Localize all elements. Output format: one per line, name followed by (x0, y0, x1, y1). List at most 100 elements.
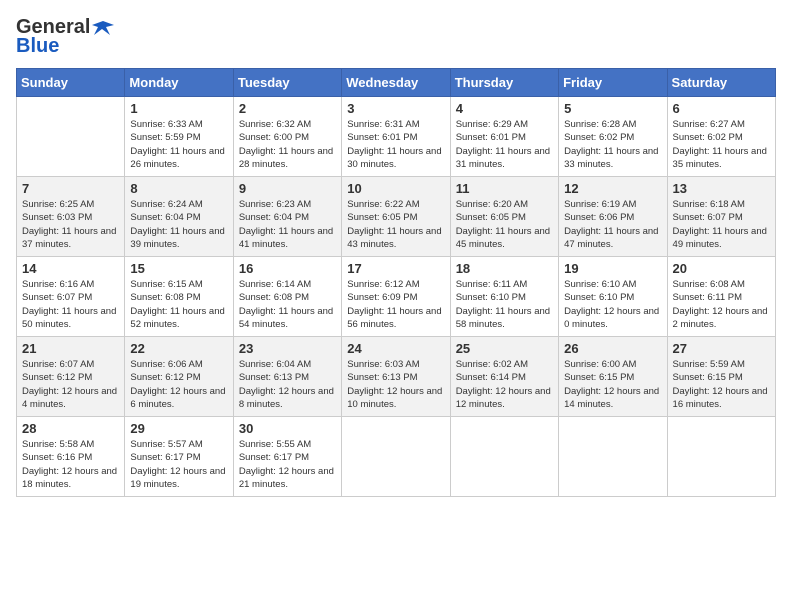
day-number: 9 (239, 181, 336, 196)
sunset-text: Sunset: 6:12 PM (22, 371, 119, 384)
calendar-cell: 12 Sunrise: 6:19 AM Sunset: 6:06 PM Dayl… (559, 177, 667, 257)
sunset-text: Sunset: 6:07 PM (673, 211, 770, 224)
day-info: Sunrise: 6:08 AM Sunset: 6:11 PM Dayligh… (673, 278, 770, 331)
logo-bird-icon (92, 17, 114, 39)
calendar-cell: 18 Sunrise: 6:11 AM Sunset: 6:10 PM Dayl… (450, 257, 558, 337)
day-number: 11 (456, 181, 553, 196)
calendar-table: SundayMondayTuesdayWednesdayThursdayFrid… (16, 68, 776, 497)
day-number: 27 (673, 341, 770, 356)
day-number: 25 (456, 341, 553, 356)
daylight-text: Daylight: 11 hours and 45 minutes. (456, 225, 553, 252)
calendar-cell: 26 Sunrise: 6:00 AM Sunset: 6:15 PM Dayl… (559, 337, 667, 417)
day-number: 5 (564, 101, 661, 116)
day-number: 4 (456, 101, 553, 116)
day-number: 13 (673, 181, 770, 196)
sunset-text: Sunset: 6:04 PM (239, 211, 336, 224)
sunrise-text: Sunrise: 6:33 AM (130, 118, 227, 131)
sunset-text: Sunset: 6:05 PM (456, 211, 553, 224)
page-header: General Blue (16, 16, 776, 58)
daylight-text: Daylight: 11 hours and 37 minutes. (22, 225, 119, 252)
calendar-cell: 8 Sunrise: 6:24 AM Sunset: 6:04 PM Dayli… (125, 177, 233, 257)
sunset-text: Sunset: 6:07 PM (22, 291, 119, 304)
sunrise-text: Sunrise: 6:02 AM (456, 358, 553, 371)
calendar-cell: 10 Sunrise: 6:22 AM Sunset: 6:05 PM Dayl… (342, 177, 450, 257)
day-info: Sunrise: 6:10 AM Sunset: 6:10 PM Dayligh… (564, 278, 661, 331)
column-header-wednesday: Wednesday (342, 69, 450, 97)
day-info: Sunrise: 6:33 AM Sunset: 5:59 PM Dayligh… (130, 118, 227, 171)
day-info: Sunrise: 6:07 AM Sunset: 6:12 PM Dayligh… (22, 358, 119, 411)
day-number: 3 (347, 101, 444, 116)
day-info: Sunrise: 6:25 AM Sunset: 6:03 PM Dayligh… (22, 198, 119, 251)
day-info: Sunrise: 6:15 AM Sunset: 6:08 PM Dayligh… (130, 278, 227, 331)
calendar-cell: 9 Sunrise: 6:23 AM Sunset: 6:04 PM Dayli… (233, 177, 341, 257)
sunset-text: Sunset: 6:08 PM (239, 291, 336, 304)
daylight-text: Daylight: 12 hours and 2 minutes. (673, 305, 770, 332)
day-number: 30 (239, 421, 336, 436)
sunset-text: Sunset: 6:02 PM (564, 131, 661, 144)
daylight-text: Daylight: 11 hours and 47 minutes. (564, 225, 661, 252)
sunset-text: Sunset: 6:01 PM (347, 131, 444, 144)
day-info: Sunrise: 6:06 AM Sunset: 6:12 PM Dayligh… (130, 358, 227, 411)
calendar-cell (17, 97, 125, 177)
calendar-week-1: 1 Sunrise: 6:33 AM Sunset: 5:59 PM Dayli… (17, 97, 776, 177)
calendar-cell: 14 Sunrise: 6:16 AM Sunset: 6:07 PM Dayl… (17, 257, 125, 337)
daylight-text: Daylight: 12 hours and 10 minutes. (347, 385, 444, 412)
column-header-thursday: Thursday (450, 69, 558, 97)
sunrise-text: Sunrise: 6:07 AM (22, 358, 119, 371)
sunrise-text: Sunrise: 6:25 AM (22, 198, 119, 211)
calendar-cell: 2 Sunrise: 6:32 AM Sunset: 6:00 PM Dayli… (233, 97, 341, 177)
day-number: 14 (22, 261, 119, 276)
daylight-text: Daylight: 11 hours and 33 minutes. (564, 145, 661, 172)
day-number: 10 (347, 181, 444, 196)
daylight-text: Daylight: 11 hours and 54 minutes. (239, 305, 336, 332)
sunset-text: Sunset: 6:17 PM (239, 451, 336, 464)
sunset-text: Sunset: 5:59 PM (130, 131, 227, 144)
day-number: 21 (22, 341, 119, 356)
sunset-text: Sunset: 6:00 PM (239, 131, 336, 144)
calendar-header-row: SundayMondayTuesdayWednesdayThursdayFrid… (17, 69, 776, 97)
sunset-text: Sunset: 6:16 PM (22, 451, 119, 464)
daylight-text: Daylight: 11 hours and 49 minutes. (673, 225, 770, 252)
column-header-sunday: Sunday (17, 69, 125, 97)
day-info: Sunrise: 6:16 AM Sunset: 6:07 PM Dayligh… (22, 278, 119, 331)
sunrise-text: Sunrise: 6:19 AM (564, 198, 661, 211)
daylight-text: Daylight: 11 hours and 43 minutes. (347, 225, 444, 252)
sunrise-text: Sunrise: 6:12 AM (347, 278, 444, 291)
day-number: 22 (130, 341, 227, 356)
sunrise-text: Sunrise: 6:14 AM (239, 278, 336, 291)
calendar-cell: 1 Sunrise: 6:33 AM Sunset: 5:59 PM Dayli… (125, 97, 233, 177)
sunrise-text: Sunrise: 6:20 AM (456, 198, 553, 211)
sunset-text: Sunset: 6:12 PM (130, 371, 227, 384)
day-info: Sunrise: 6:28 AM Sunset: 6:02 PM Dayligh… (564, 118, 661, 171)
calendar-cell: 23 Sunrise: 6:04 AM Sunset: 6:13 PM Dayl… (233, 337, 341, 417)
calendar-cell: 27 Sunrise: 5:59 AM Sunset: 6:15 PM Dayl… (667, 337, 775, 417)
calendar-week-5: 28 Sunrise: 5:58 AM Sunset: 6:16 PM Dayl… (17, 417, 776, 497)
sunrise-text: Sunrise: 6:29 AM (456, 118, 553, 131)
day-number: 16 (239, 261, 336, 276)
sunrise-text: Sunrise: 6:06 AM (130, 358, 227, 371)
calendar-week-3: 14 Sunrise: 6:16 AM Sunset: 6:07 PM Dayl… (17, 257, 776, 337)
day-info: Sunrise: 6:27 AM Sunset: 6:02 PM Dayligh… (673, 118, 770, 171)
calendar-cell: 28 Sunrise: 5:58 AM Sunset: 6:16 PM Dayl… (17, 417, 125, 497)
sunset-text: Sunset: 6:13 PM (239, 371, 336, 384)
calendar-cell: 25 Sunrise: 6:02 AM Sunset: 6:14 PM Dayl… (450, 337, 558, 417)
day-number: 7 (22, 181, 119, 196)
daylight-text: Daylight: 12 hours and 8 minutes. (239, 385, 336, 412)
sunrise-text: Sunrise: 6:15 AM (130, 278, 227, 291)
sunset-text: Sunset: 6:08 PM (130, 291, 227, 304)
sunset-text: Sunset: 6:11 PM (673, 291, 770, 304)
day-info: Sunrise: 6:00 AM Sunset: 6:15 PM Dayligh… (564, 358, 661, 411)
sunrise-text: Sunrise: 6:24 AM (130, 198, 227, 211)
day-info: Sunrise: 6:14 AM Sunset: 6:08 PM Dayligh… (239, 278, 336, 331)
sunrise-text: Sunrise: 6:31 AM (347, 118, 444, 131)
daylight-text: Daylight: 12 hours and 21 minutes. (239, 465, 336, 492)
day-info: Sunrise: 6:04 AM Sunset: 6:13 PM Dayligh… (239, 358, 336, 411)
day-info: Sunrise: 6:20 AM Sunset: 6:05 PM Dayligh… (456, 198, 553, 251)
sunset-text: Sunset: 6:15 PM (564, 371, 661, 384)
calendar-cell: 29 Sunrise: 5:57 AM Sunset: 6:17 PM Dayl… (125, 417, 233, 497)
sunrise-text: Sunrise: 6:27 AM (673, 118, 770, 131)
sunrise-text: Sunrise: 5:57 AM (130, 438, 227, 451)
calendar-cell: 19 Sunrise: 6:10 AM Sunset: 6:10 PM Dayl… (559, 257, 667, 337)
day-info: Sunrise: 5:55 AM Sunset: 6:17 PM Dayligh… (239, 438, 336, 491)
daylight-text: Daylight: 11 hours and 30 minutes. (347, 145, 444, 172)
